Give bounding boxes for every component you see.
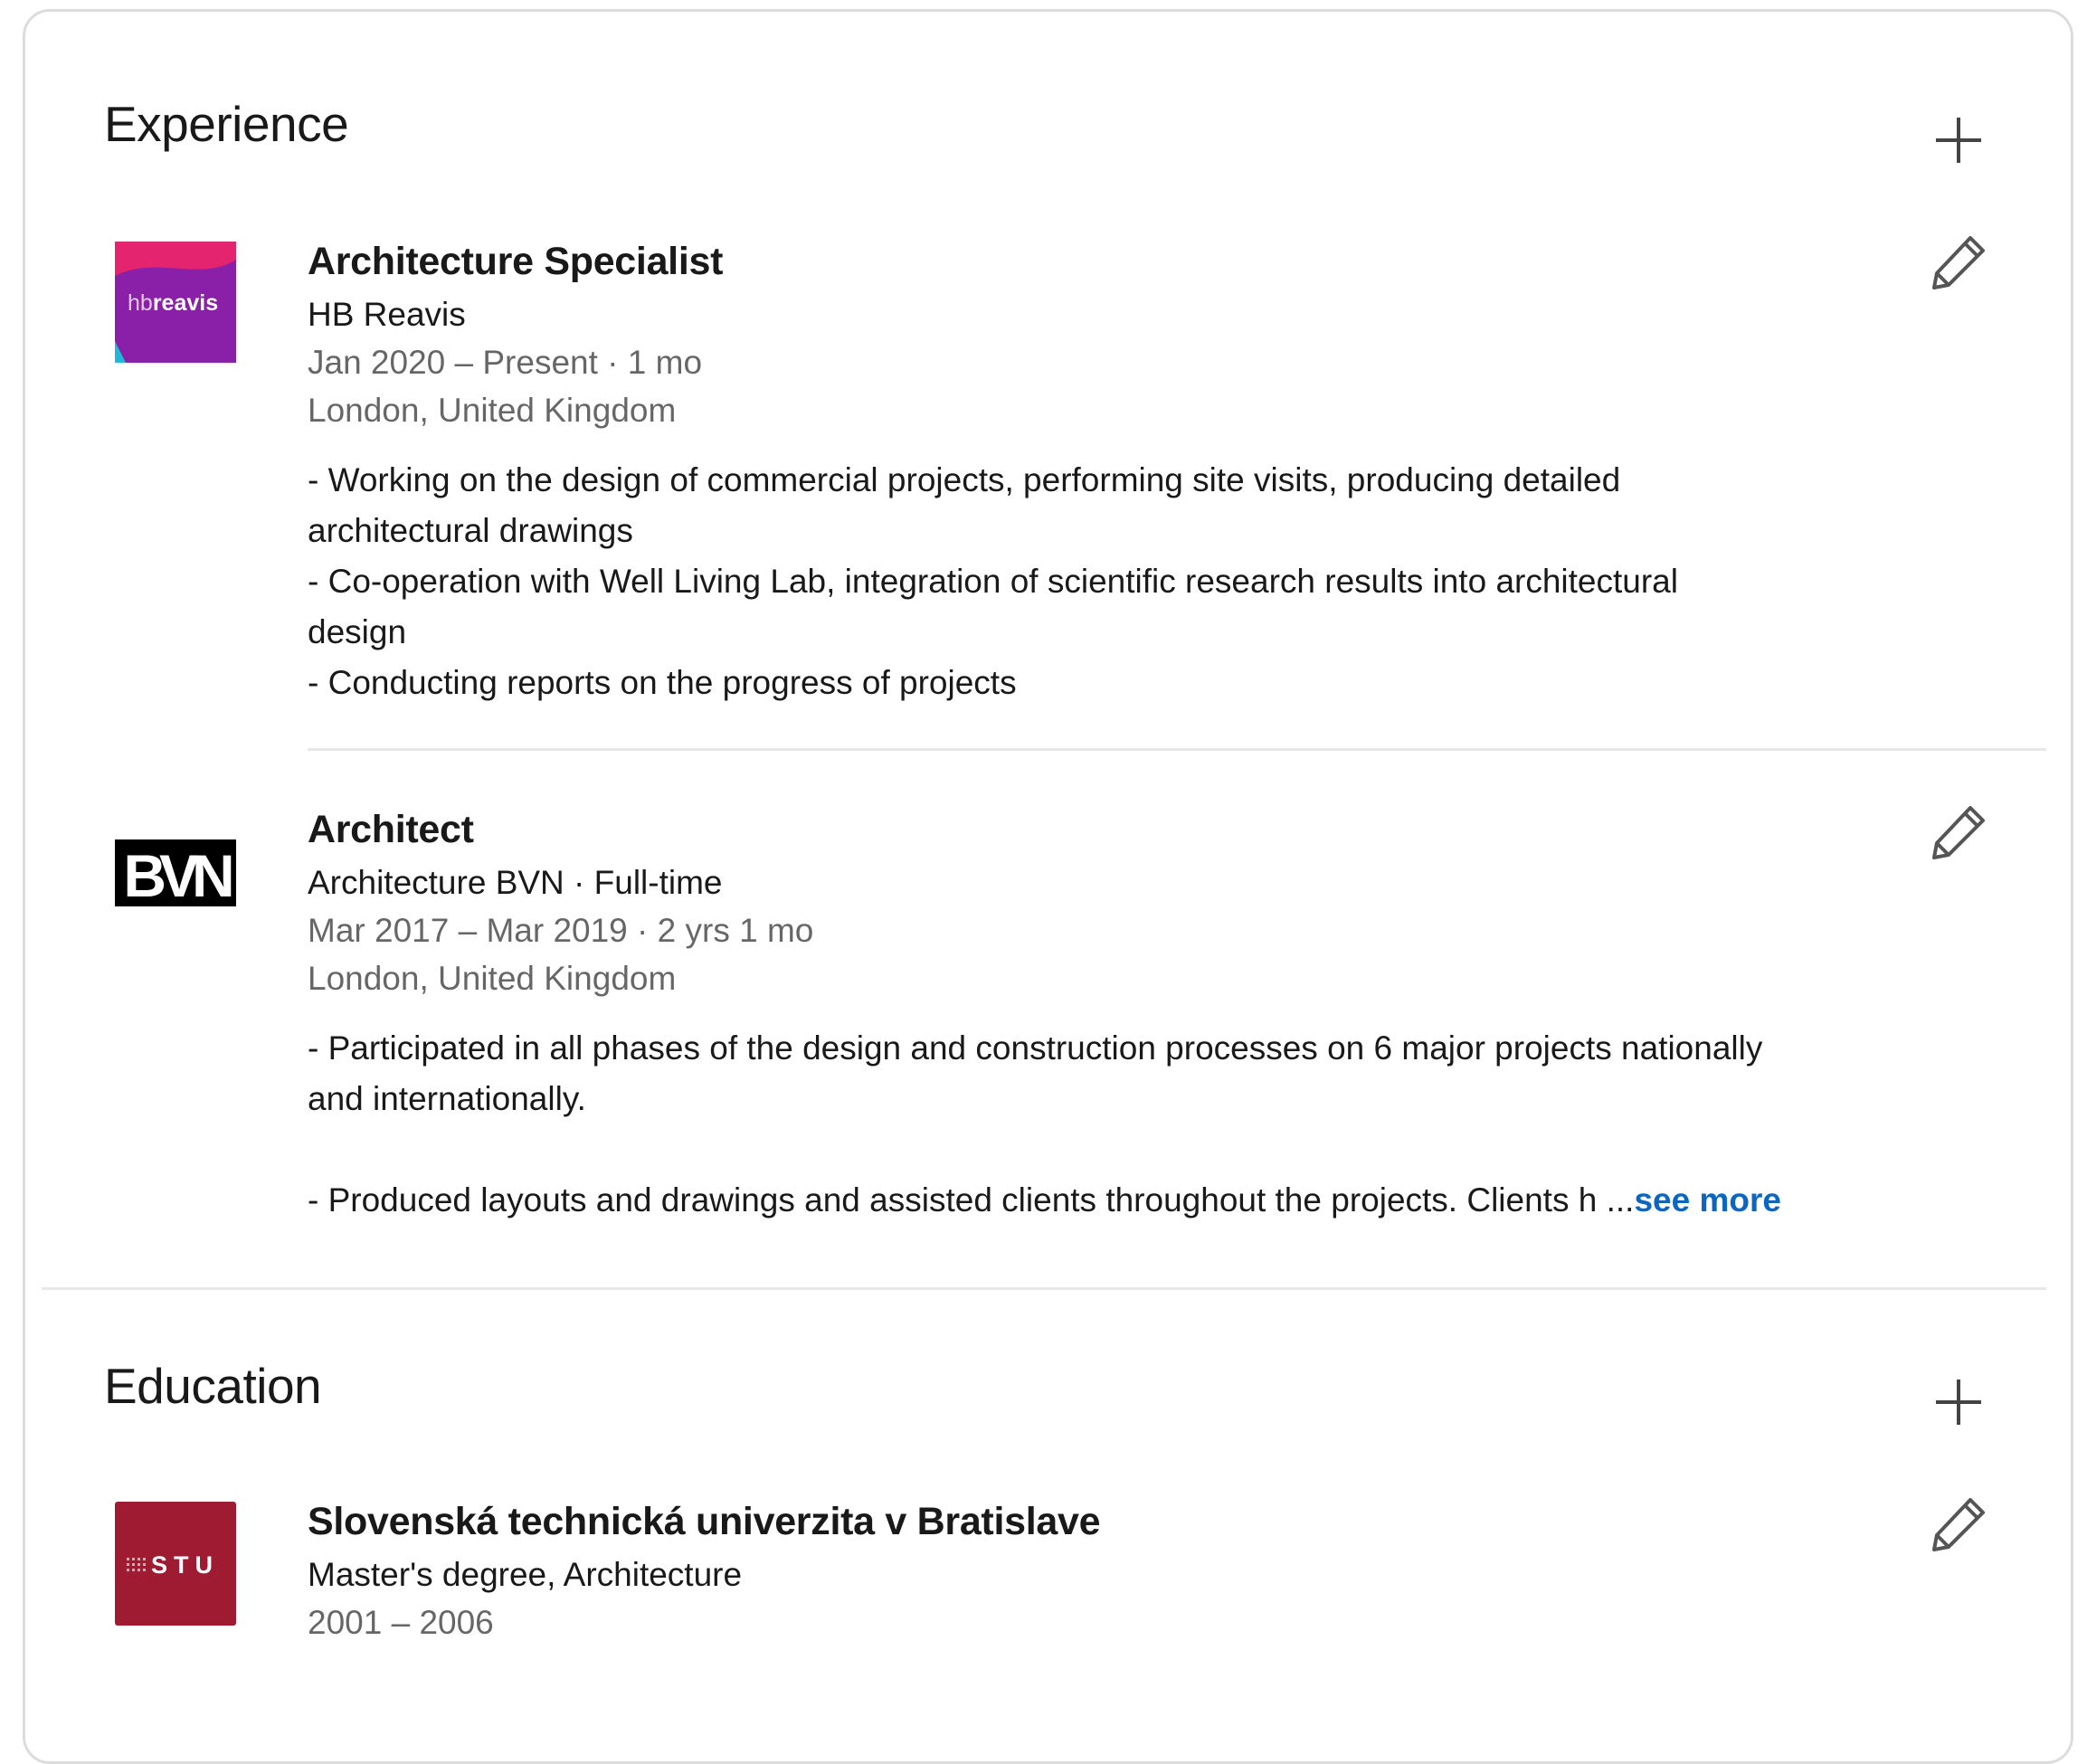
hb-reavis-logo-graphic: hbreavis	[115, 242, 236, 363]
edit-experience-button[interactable]	[1927, 801, 1990, 864]
company-name: Architecture BVN · Full-time	[308, 864, 723, 901]
edit-experience-button[interactable]	[1927, 231, 1990, 294]
description-line: - Working on the design of commercial pr…	[308, 461, 1621, 498]
description-line: architectural drawings	[308, 512, 633, 549]
description-line-truncated: - Produced layouts and drawings and assi…	[308, 1175, 1781, 1226]
description-line: - Co-operation with Well Living Lab, int…	[308, 563, 1678, 600]
description-line: - Participated in all phases of the desi…	[308, 1029, 1763, 1067]
job-title[interactable]: Architecture Specialist	[308, 240, 723, 284]
stu-logo-graphic: STU	[115, 1502, 236, 1626]
truncated-text: - Produced layouts and drawings and assi…	[308, 1181, 1635, 1219]
item-divider	[308, 748, 2046, 751]
svg-text:hbreavis: hbreavis	[128, 290, 218, 316]
job-description: - Participated in all phases of the desi…	[308, 1023, 1781, 1226]
bvn-logo-graphic: BVN	[115, 839, 236, 906]
job-description: - Working on the design of commercial pr…	[308, 455, 1678, 708]
job-location: London, United Kingdom	[308, 960, 677, 997]
add-experience-button[interactable]	[1927, 109, 1990, 172]
see-more-link[interactable]: see more	[1634, 1181, 1781, 1219]
school-name[interactable]: Slovenská technická univerzita v Bratisl…	[308, 1500, 1101, 1544]
education-section-title: Education	[104, 1358, 322, 1414]
job-dates: Jan 2020 – Present · 1 mo	[308, 344, 703, 381]
experience-section-title: Experience	[104, 96, 349, 152]
hb-reavis-logo[interactable]: hbreavis	[115, 242, 236, 363]
description-line: - Conducting reports on the progress of …	[308, 664, 1017, 701]
stu-logo[interactable]: STU	[115, 1502, 236, 1626]
bvn-logo[interactable]: BVN	[115, 839, 236, 906]
degree: Master's degree, Architecture	[308, 1556, 743, 1593]
pencil-icon	[1932, 236, 1985, 289]
job-title[interactable]: Architect	[308, 808, 474, 852]
job-location: London, United Kingdom	[308, 392, 677, 429]
logo-text-light: hb	[128, 290, 153, 316]
job-dates: Mar 2017 – Mar 2019 · 2 yrs 1 mo	[308, 912, 814, 949]
logo-text: STU	[151, 1551, 219, 1579]
company-name: HB Reavis	[308, 296, 466, 333]
pencil-icon	[1932, 1498, 1985, 1551]
edit-education-button[interactable]	[1927, 1493, 1990, 1556]
education-dates: 2001 – 2006	[308, 1604, 494, 1641]
section-divider	[42, 1287, 2046, 1290]
pencil-icon	[1932, 806, 1985, 859]
add-education-button[interactable]	[1927, 1370, 1990, 1434]
logo-text-bold: reavis	[153, 290, 218, 316]
description-line: design	[308, 613, 407, 650]
logo-text: BVN	[123, 842, 232, 906]
description-line: and internationally.	[308, 1080, 586, 1117]
